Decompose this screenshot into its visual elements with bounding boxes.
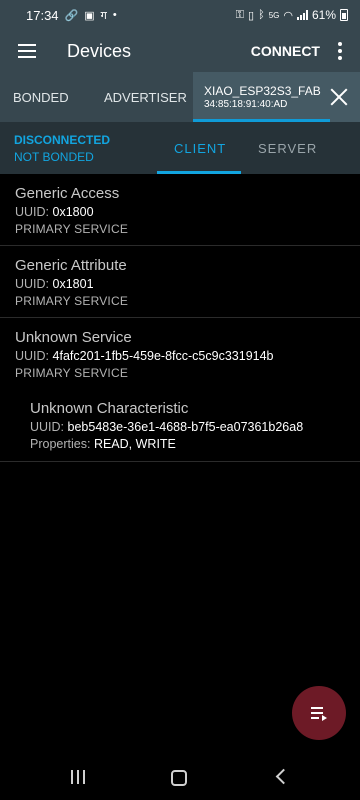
uuid-label: UUID: [15,205,50,219]
network-label: 5G [268,10,280,20]
battery-percent: 61% [311,8,336,22]
service-name: Unknown Service [15,329,132,346]
tab-client[interactable]: CLIENT [174,122,226,174]
service-uuid: UUID: 0x1800 [15,205,360,219]
characteristic-uuid: UUID: beb5483e-36e1-4688-b7f5-ea07361b26… [30,420,360,434]
tab-bar: BONDED ADVERTISER XIAO_ESP32S3_FAB 34:85… [0,72,360,122]
log-fab-button[interactable] [292,686,346,740]
tab-advertiser[interactable]: ADVERTISER [104,72,187,122]
service-list: Generic Access UUID: 0x1800 PRIMARY SERV… [0,174,360,462]
connect-button[interactable]: CONNECT [243,43,328,59]
translate-icon: ग [100,9,107,22]
service-item[interactable]: Unknown Service UUID: 4fafc201-1fb5-459e… [0,318,360,389]
properties-label: Properties: [30,437,91,451]
bluetooth-icon: ᛒ [258,9,265,21]
app-bar: Devices CONNECT [0,30,360,72]
image-icon: ▣ [84,9,95,22]
service-name: Generic Attribute [15,257,127,274]
properties-value: READ, WRITE [93,437,176,451]
connection-state: DISCONNECTED [14,133,111,147]
service-type: PRIMARY SERVICE [15,294,129,308]
uuid-value: 4fafc201-1fb5-459e-8fcc-c5c9c331914b [52,349,274,363]
status-time: 17:34 [26,7,59,23]
connection-bar: DISCONNECTED NOT BONDED CLIENT SERVER [0,122,360,174]
recent-apps-icon[interactable] [71,770,85,784]
service-item[interactable]: Generic Attribute UUID: 0x1801 PRIMARY S… [0,246,360,318]
page-title: Devices [67,40,132,61]
dot-icon: • [112,9,117,21]
service-item[interactable]: Generic Access UUID: 0x1800 PRIMARY SERV… [0,174,360,246]
system-nav-bar [0,752,360,800]
device-name: XIAO_ESP32S3_FAB [204,84,321,98]
service-name: Generic Access [15,185,120,202]
close-icon[interactable] [330,88,348,106]
uuid-label: UUID: [15,277,50,291]
uuid-label: UUID: [30,420,65,434]
service-type: PRIMARY SERVICE [15,366,129,380]
service-type: PRIMARY SERVICE [15,222,129,236]
signal-icon [296,10,308,20]
bond-state: NOT BONDED [14,150,94,164]
uuid-value: beb5483e-36e1-4688-b7f5-ea07361b26a8 [67,420,304,434]
back-icon[interactable] [274,769,288,785]
characteristic-properties: Properties: READ, WRITE [30,437,360,451]
tab-server[interactable]: SERVER [258,122,317,174]
characteristic-name: Unknown Characteristic [30,400,189,417]
service-uuid: UUID: 0x1801 [15,277,360,291]
home-icon[interactable] [171,770,187,786]
tab-bonded[interactable]: BONDED [13,72,69,122]
vibrate-icon: ▯ [248,9,255,22]
menu-icon[interactable] [18,44,36,58]
battery-icon [340,9,348,21]
key-icon: ⚿ [235,8,245,21]
uuid-value: 0x1801 [52,277,94,291]
link-icon: 🔗 [64,9,79,22]
device-address: 34:85:18:91:40:AD [204,99,288,110]
service-uuid: UUID: 4fafc201-1fb5-459e-8fcc-c5c9c33191… [15,349,360,363]
uuid-value: 0x1800 [52,205,94,219]
more-options-icon[interactable] [328,42,352,60]
characteristic-item[interactable]: Unknown Characteristic UUID: beb5483e-36… [0,389,360,462]
uuid-label: UUID: [15,349,50,363]
log-list-icon [311,707,327,721]
status-bar: 17:34 🔗 ▣ ग • ⚿ ▯ ᛒ 5G ◠ 61% [0,0,360,30]
connection-status: DISCONNECTED NOT BONDED [14,132,110,166]
wifi-icon: ◠ [283,9,293,22]
